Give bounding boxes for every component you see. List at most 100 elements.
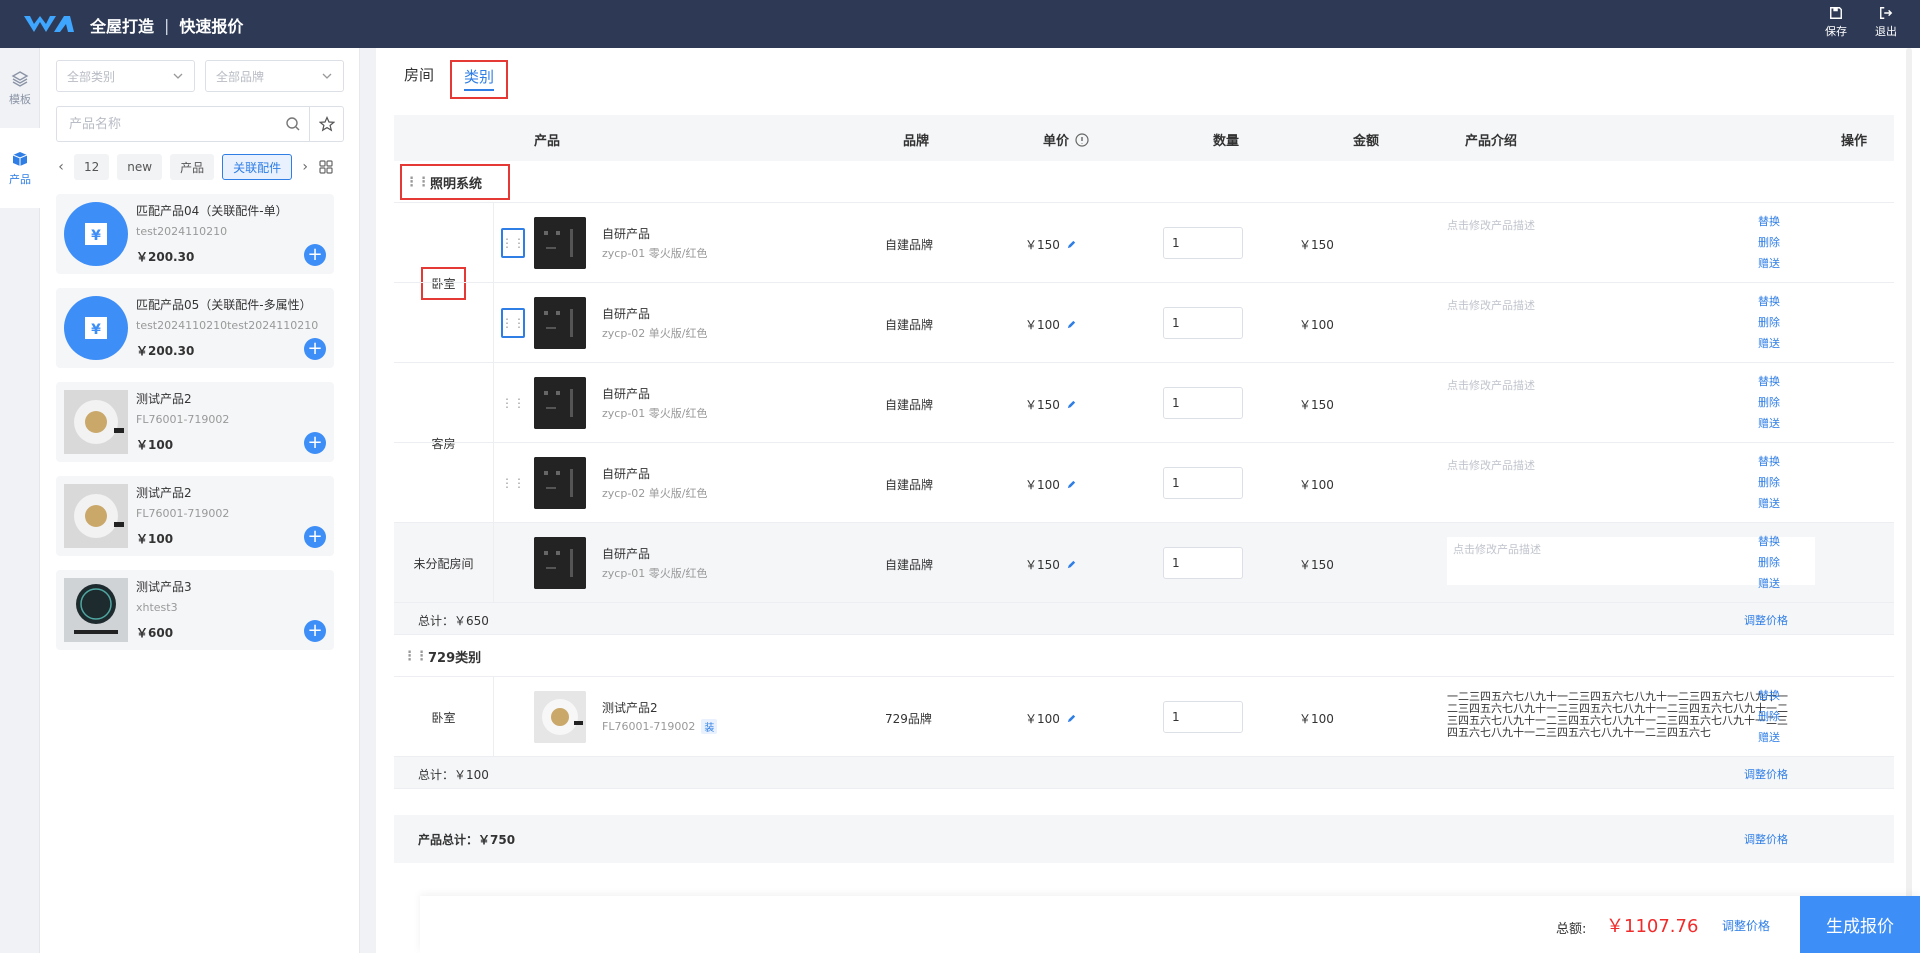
- quantity-input[interactable]: [1163, 701, 1243, 733]
- delete-link[interactable]: 删除: [1758, 234, 1780, 250]
- edit-icon[interactable]: [1066, 319, 1077, 330]
- chip-12[interactable]: 12: [74, 154, 110, 180]
- brand-separator: |: [164, 15, 170, 35]
- scrollbar[interactable]: [1906, 48, 1912, 908]
- product-code: test2024110210: [136, 225, 228, 238]
- switch-panel-image: [534, 217, 586, 269]
- grid-icon[interactable]: [318, 159, 334, 175]
- search-input[interactable]: [57, 107, 277, 141]
- table-row: ⋮⋮ 自研产品 zycp-02 单火版/红色 自建品牌 ￥100 ￥100 点击…: [394, 283, 1894, 363]
- category-select[interactable]: 全部类别: [56, 60, 195, 92]
- gift-link[interactable]: 赠送: [1758, 415, 1780, 431]
- chevron-left-icon[interactable]: ‹: [56, 159, 66, 175]
- drag-handle-icon[interactable]: ⋮⋮: [403, 649, 428, 664]
- quantity-input[interactable]: [1163, 547, 1243, 579]
- delete-link[interactable]: 删除: [1758, 394, 1780, 410]
- info-icon[interactable]: [1075, 132, 1089, 147]
- gift-link[interactable]: 赠送: [1758, 495, 1780, 511]
- replace-link[interactable]: 替换: [1758, 687, 1780, 703]
- drag-handle-icon[interactable]: ⋮⋮: [501, 468, 525, 498]
- rail-item-product[interactable]: 产品: [0, 128, 40, 208]
- add-product-button[interactable]: +: [304, 338, 326, 360]
- chip-new[interactable]: new: [117, 154, 163, 180]
- replace-link[interactable]: 替换: [1758, 213, 1780, 229]
- edit-icon[interactable]: [1066, 479, 1077, 490]
- room-name: 未分配房间: [413, 556, 474, 571]
- drag-handle-icon[interactable]: ⋮⋮: [501, 228, 525, 258]
- delete-link[interactable]: 删除: [1758, 554, 1780, 570]
- add-product-button[interactable]: +: [304, 432, 326, 454]
- edit-icon[interactable]: [1066, 559, 1077, 570]
- drag-handle-icon[interactable]: ⋮⋮: [501, 308, 525, 338]
- search-button[interactable]: [277, 107, 309, 141]
- favorite-button[interactable]: [309, 107, 343, 141]
- edit-icon[interactable]: [1066, 399, 1077, 410]
- drag-handle-icon[interactable]: ⋮⋮: [405, 175, 430, 190]
- delete-link[interactable]: 删除: [1758, 474, 1780, 490]
- chevron-right-icon[interactable]: ›: [300, 159, 310, 175]
- chip-related-accessory[interactable]: 关联配件: [222, 154, 293, 180]
- product-card[interactable]: 测试产品2 FL76001-719002 ￥100 +: [56, 382, 334, 462]
- edit-icon[interactable]: [1066, 239, 1077, 250]
- add-product-button[interactable]: +: [304, 244, 326, 266]
- drag-handle-icon[interactable]: ⋮⋮: [501, 388, 525, 418]
- product-code: test2024110210test2024110210: [136, 319, 319, 332]
- tab-room[interactable]: 房间: [394, 60, 444, 99]
- delete-link[interactable]: 删除: [1758, 314, 1780, 330]
- quantity-input[interactable]: [1163, 387, 1243, 419]
- product-card[interactable]: ¥ 匹配产品04（关联配件-单） test2024110210 ￥200.30 …: [56, 194, 334, 274]
- product-description[interactable]: 一二三四五六七八九十一二三四五六七八九十一二三四五六七八九十一二三四五六七八九十…: [1447, 691, 1797, 743]
- gift-link[interactable]: 赠送: [1758, 729, 1780, 745]
- brand-value: 729品牌: [885, 712, 932, 726]
- product-card[interactable]: 测试产品3 xhtest3 ￥600 +: [56, 570, 334, 650]
- table-row: ⋮⋮ 自研产品 zycp-02 单火版/红色 自建品牌 ￥100 ￥100 点击…: [394, 443, 1894, 523]
- exit-button[interactable]: 退出: [1872, 6, 1900, 39]
- quantity-input[interactable]: [1163, 467, 1243, 499]
- table-row: 未分配房间 自研产品 zycp-01 零火版/红色 自建品牌 ￥150 ￥150…: [394, 523, 1894, 603]
- product-spec: zycp-01 零火版/红色: [602, 405, 707, 421]
- product-card[interactable]: ¥ 匹配产品05（关联配件-多属性） test2024110210test202…: [56, 288, 334, 368]
- product-name: 自研产品: [602, 387, 651, 401]
- product-spec: zycp-02 单火版/红色: [602, 325, 707, 341]
- save-label: 保存: [1825, 25, 1847, 38]
- product-card[interactable]: 测试产品2 FL76001-719002 ￥100 +: [56, 476, 334, 556]
- amount-value: ￥100: [1299, 478, 1334, 492]
- tab-category[interactable]: 类别: [450, 60, 509, 99]
- replace-link[interactable]: 替换: [1758, 373, 1780, 389]
- adjust-price-link[interactable]: 调整价格: [1744, 831, 1788, 847]
- row-ops: 替换 删除 赠送: [1758, 687, 1780, 745]
- adjust-price-link[interactable]: 调整价格: [1744, 766, 1788, 782]
- replace-link[interactable]: 替换: [1758, 293, 1780, 309]
- product-spec-text: zycp-01 零火版/红色: [602, 407, 708, 420]
- save-button[interactable]: 保存: [1822, 6, 1850, 39]
- quantity-input[interactable]: [1163, 227, 1243, 259]
- delete-link[interactable]: 删除: [1758, 708, 1780, 724]
- amount-value: ￥100: [1299, 318, 1334, 332]
- brand-value: 自建品牌: [885, 558, 934, 572]
- edit-icon[interactable]: [1066, 713, 1077, 724]
- group-subtotal: 总计：￥650 调整价格: [394, 603, 1894, 635]
- add-product-button[interactable]: +: [304, 620, 326, 642]
- group-title: ⋮⋮ 照明系统: [400, 164, 510, 200]
- chip-product[interactable]: 产品: [170, 154, 215, 180]
- replace-link[interactable]: 替换: [1758, 453, 1780, 469]
- product-list: ¥ 匹配产品04（关联配件-单） test2024110210 ￥200.30 …: [56, 194, 344, 664]
- star-icon: [318, 116, 335, 132]
- replace-link[interactable]: 替换: [1758, 533, 1780, 549]
- logo-icon: [24, 16, 74, 32]
- gift-link[interactable]: 赠送: [1758, 575, 1780, 591]
- view-tabs: 房间 类别: [394, 60, 509, 99]
- quantity-input[interactable]: [1163, 307, 1243, 339]
- gift-link[interactable]: 赠送: [1758, 335, 1780, 351]
- adjust-price-link[interactable]: 调整价格: [1722, 917, 1770, 934]
- total-value: ￥1107.76: [1606, 916, 1699, 937]
- adjust-price-link[interactable]: 调整价格: [1744, 612, 1788, 628]
- product-grand-total: 产品总计：￥750 调整价格: [394, 815, 1894, 863]
- rail-item-template[interactable]: 模板: [0, 48, 40, 128]
- generate-quote-button[interactable]: 生成报价: [1800, 896, 1920, 953]
- gift-link[interactable]: 赠送: [1758, 255, 1780, 271]
- yuan-icon: ¥: [64, 202, 128, 266]
- add-product-button[interactable]: +: [304, 526, 326, 548]
- unit-price-value: ￥100: [1025, 318, 1060, 332]
- brand-select[interactable]: 全部品牌: [205, 60, 344, 92]
